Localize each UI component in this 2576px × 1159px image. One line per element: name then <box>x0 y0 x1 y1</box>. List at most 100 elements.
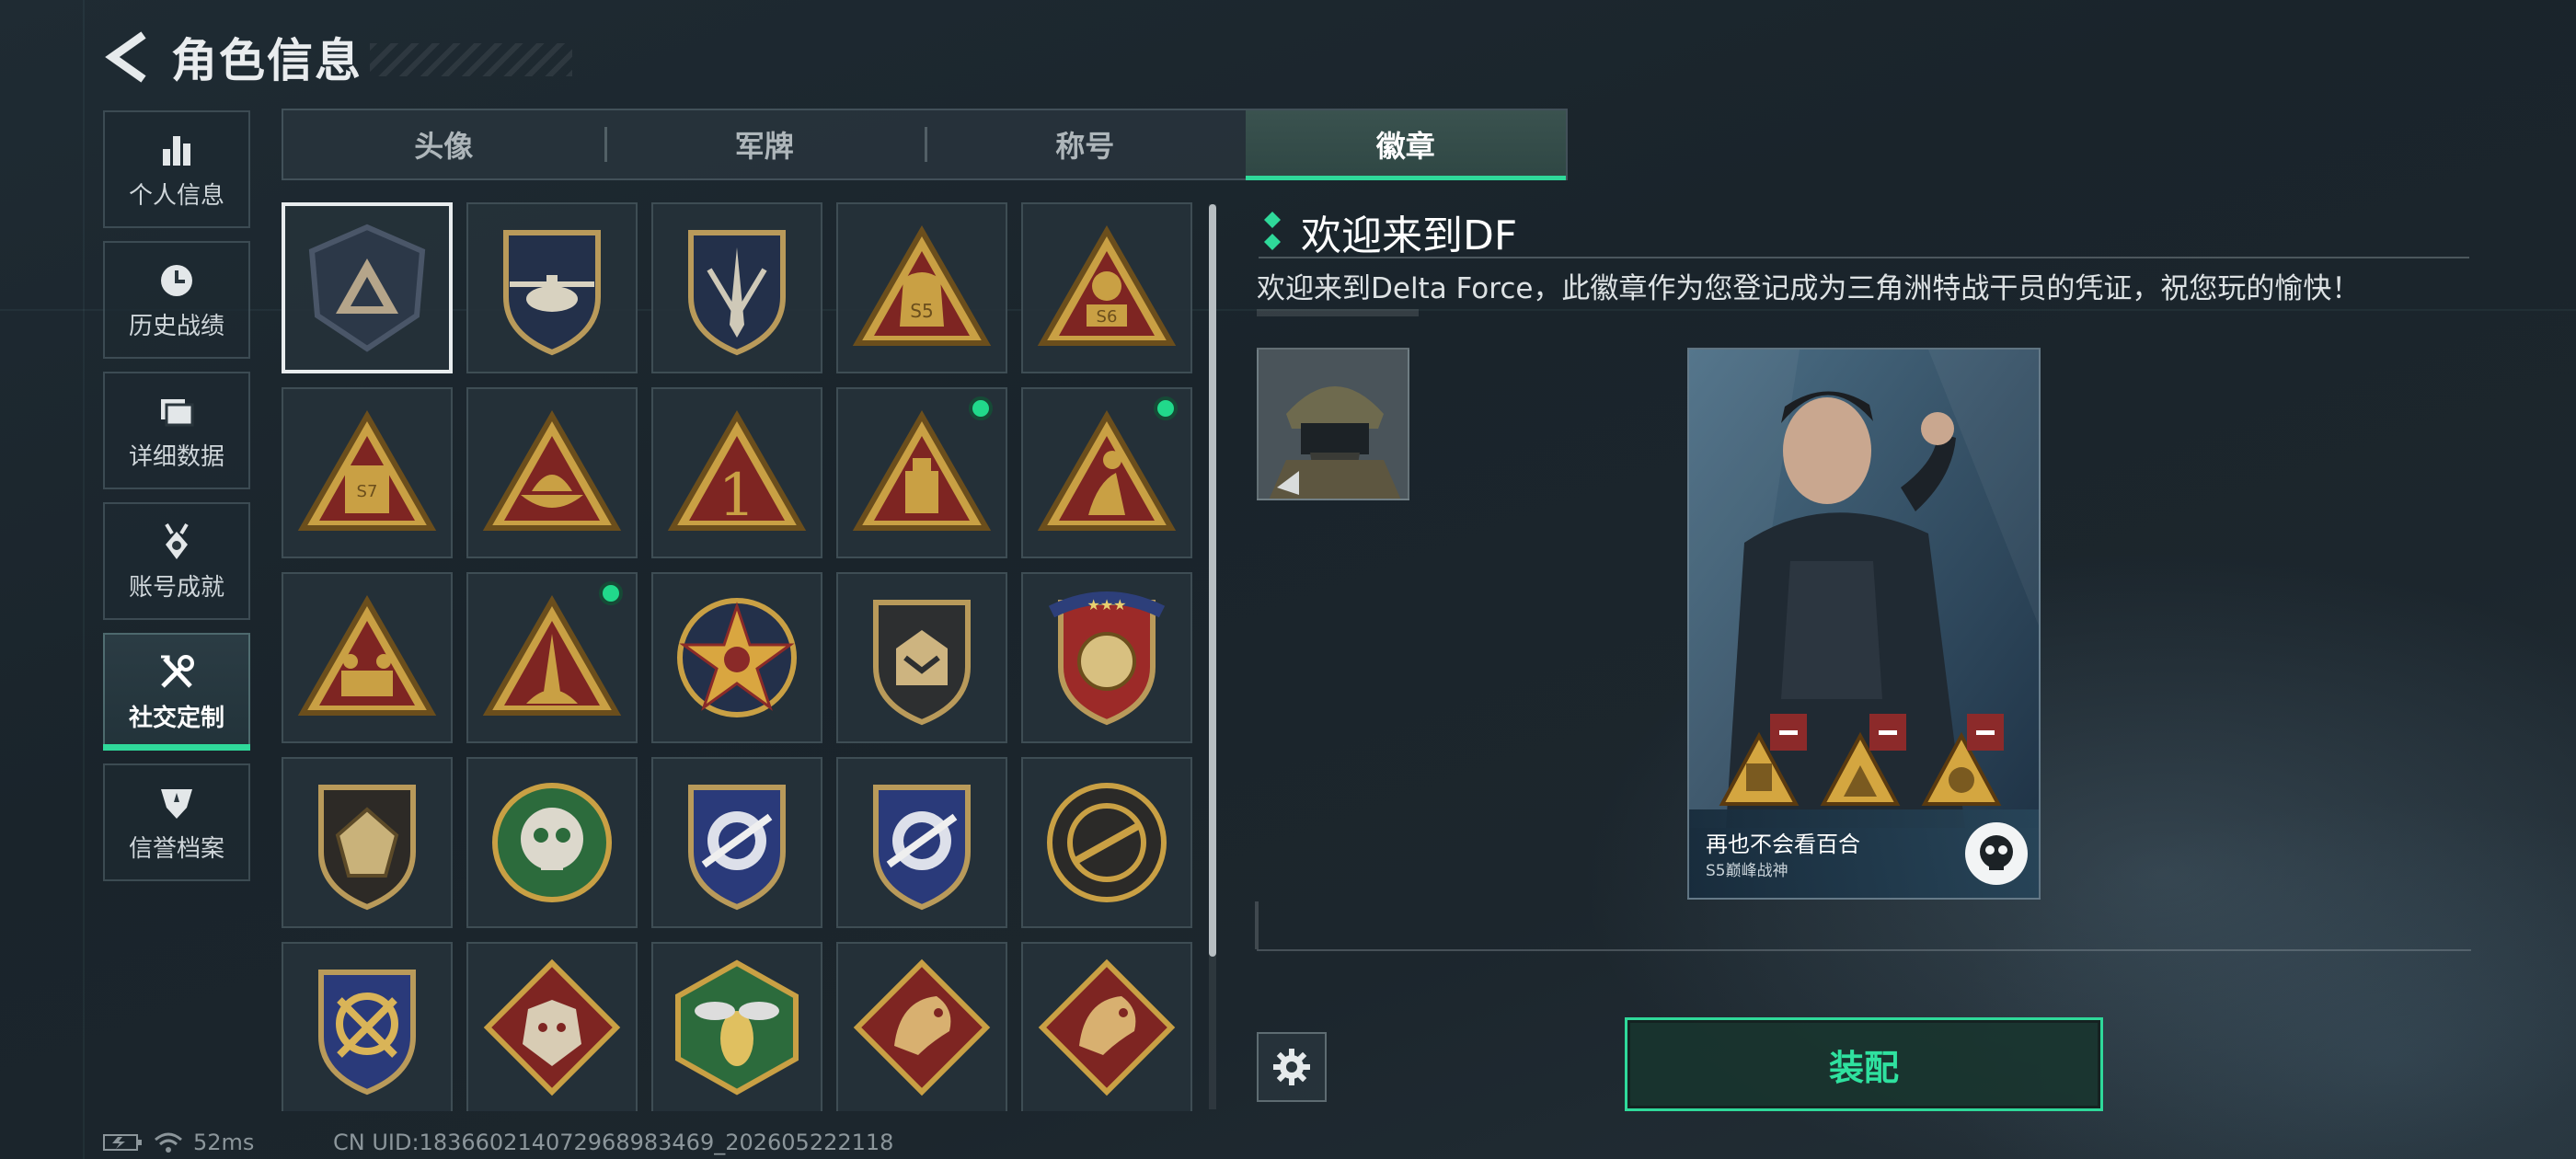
badge-cell[interactable] <box>1021 387 1192 558</box>
tab-avatar[interactable]: 头像 <box>283 110 604 178</box>
boat-badge-icon <box>482 409 622 531</box>
tab-badge[interactable]: 徽章 <box>1245 110 1566 180</box>
badge-detail-header: 欢迎来到DF <box>1260 202 1517 261</box>
svg-text:S6: S6 <box>1097 307 1118 327</box>
usb-badge-icon <box>852 409 992 531</box>
svg-text:S7: S7 <box>357 482 378 501</box>
badge-cell[interactable] <box>282 572 453 743</box>
wasp-badge-icon <box>675 959 799 1096</box>
badge-cell[interactable] <box>1021 942 1192 1111</box>
svg-text:★★★: ★★★ <box>1087 596 1126 614</box>
folder-icon <box>161 398 194 426</box>
new-badge-indicator <box>1154 396 1178 420</box>
badge-cell[interactable]: 1 <box>651 387 822 558</box>
delta-triangle-badge-icon <box>308 224 426 352</box>
sidebar: 个人信息 历史战绩 详细数据 账号成就 社交定制 信誉档案 <box>103 110 250 894</box>
settings-button[interactable] <box>1257 1032 1327 1102</box>
sidebar-item-reputation[interactable]: 信誉档案 <box>103 763 250 881</box>
panel-corner-decoration <box>1255 901 1259 949</box>
page-title: 角色信息 <box>171 34 362 87</box>
sidebar-item-label: 详细数据 <box>128 442 224 471</box>
sidebar-item-label: 个人信息 <box>128 181 224 210</box>
user-uid: CN UID:1836602140729689834​69_2026052221… <box>333 1130 894 1155</box>
s6-badge-icon: S6 <box>1037 224 1177 346</box>
sidebar-item-label: 社交定制 <box>128 704 224 732</box>
divider <box>1259 257 2469 258</box>
decor-line <box>83 0 85 1159</box>
svg-text:S5: S5 <box>910 300 933 322</box>
new-badge-indicator <box>969 396 993 420</box>
description-decoration <box>1257 309 1419 316</box>
sidebar-item-social-custom[interactable]: 社交定制 <box>103 633 250 751</box>
badge-cell[interactable] <box>1021 757 1192 928</box>
badge-cell[interactable]: S7 <box>282 387 453 558</box>
badge-cell[interactable] <box>282 202 453 373</box>
badge-cell[interactable] <box>282 757 453 928</box>
badge-cell[interactable] <box>466 202 638 373</box>
title-decoration <box>370 43 572 76</box>
player-avatar[interactable] <box>1257 348 1409 500</box>
badge-description: 欢迎来到Delta Force，此徽章作为您登记成为三角洲特战干员的凭证，祝您玩… <box>1257 272 2361 305</box>
equip-button[interactable]: 装配 <box>1625 1017 2103 1111</box>
shield-star-icon <box>161 788 192 819</box>
bar-chart-icon <box>163 135 190 166</box>
helicopter-badge-icon <box>503 230 601 356</box>
badge-cell[interactable] <box>836 757 1007 928</box>
badge-cell[interactable] <box>651 942 822 1111</box>
star-compass-badge-icon <box>677 598 797 717</box>
status-bar: 52ms <box>103 1130 254 1155</box>
header: 角色信息 <box>103 24 572 90</box>
ping-value: 52ms <box>193 1130 255 1155</box>
badge-cell[interactable] <box>651 202 822 373</box>
stars-shield-badge-icon: ★★★ <box>1048 591 1166 726</box>
badge-title: 欢迎来到DF <box>1301 212 1518 259</box>
sidebar-item-label: 信誉档案 <box>128 834 224 863</box>
s5-bag-badge-icon: S5 <box>852 224 992 346</box>
divider <box>1257 949 2471 951</box>
player-card-preview: 再也不会看百合 S5巅峰战神 <box>1687 348 2041 900</box>
badge-cell[interactable] <box>836 572 1007 743</box>
back-arrow-icon[interactable] <box>103 29 153 85</box>
wolf-badge-icon <box>483 958 621 1096</box>
sidebar-item-history[interactable]: 历史战绩 <box>103 241 250 359</box>
sidebar-item-label: 账号成就 <box>128 573 224 602</box>
new-badge-indicator <box>599 581 623 605</box>
badge-cell[interactable]: S6 <box>1021 202 1192 373</box>
tab-title[interactable]: 称号 <box>925 110 1246 178</box>
badge-cell[interactable]: S5 <box>836 202 1007 373</box>
badge-cell[interactable]: ★★★ <box>1021 572 1192 743</box>
medal-icon <box>165 522 189 559</box>
rifle-ring-badge-icon <box>1047 783 1167 902</box>
clock-history-icon <box>161 264 192 296</box>
tab-dog-tag[interactable]: 军牌 <box>604 110 926 178</box>
battery-icon <box>103 1134 142 1151</box>
badge-cell[interactable] <box>651 757 822 928</box>
soldier-portrait-icon <box>1259 350 1408 499</box>
equipped-badge-slot[interactable] <box>1719 714 1807 806</box>
tab-bar: 头像 军牌 称号 徽章 <box>282 109 1568 180</box>
rocket-badge-icon <box>482 594 622 716</box>
badge-cell[interactable] <box>466 572 638 743</box>
svg-text:1: 1 <box>719 462 756 530</box>
badge-cell[interactable] <box>466 942 638 1111</box>
crosshair-rifle-badge-icon-2 <box>873 785 971 911</box>
badge-cell[interactable] <box>466 757 638 928</box>
badge-cell[interactable] <box>836 942 1007 1111</box>
card-nameplate: 再也不会看百合 S5巅峰战神 <box>1689 809 2039 898</box>
gear-icon <box>1273 1049 1310 1085</box>
badge-cell[interactable] <box>282 942 453 1111</box>
sidebar-item-detailed-data[interactable]: 详细数据 <box>103 372 250 489</box>
sidebar-item-personal-info[interactable]: 个人信息 <box>103 110 250 228</box>
scrollbar-thumb[interactable] <box>1209 204 1216 957</box>
squad-badge-icon <box>297 594 437 716</box>
badge-grid: S5 S6 S7 1 ★★★ <box>282 202 1202 1111</box>
sidebar-item-achievements[interactable]: 账号成就 <box>103 502 250 620</box>
equipped-badge-slot[interactable] <box>1820 714 1906 806</box>
equipped-badge-slot[interactable] <box>1921 714 2004 806</box>
player-name: 再也不会看百合 <box>1706 832 1860 857</box>
badge-cell[interactable] <box>466 387 638 558</box>
badge-cell[interactable] <box>836 387 1007 558</box>
badge-cell[interactable] <box>651 572 822 743</box>
crossed-sabers-badge-icon <box>318 970 416 1096</box>
dragon-badge-icon-2 <box>1038 958 1176 1096</box>
